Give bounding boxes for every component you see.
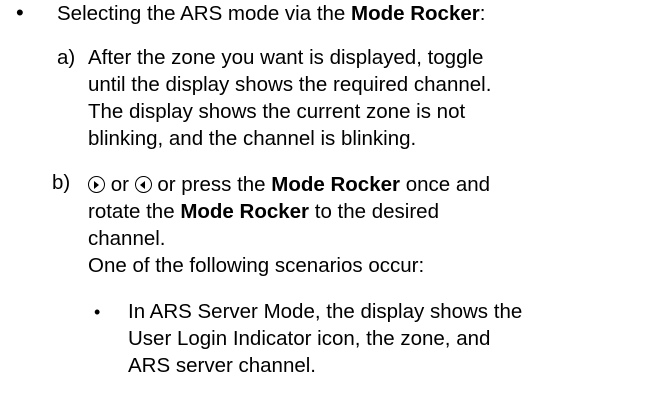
bullet-text-before: Selecting the ARS mode via the [57, 2, 352, 25]
sub-bullet-dot: • [94, 302, 101, 322]
step-a-line-3: The display shows the current zone is no… [88, 100, 466, 123]
bullet-text-after: : [479, 2, 486, 25]
step-a-line-1: After the zone you want is displayed, to… [88, 46, 484, 69]
step-b-line-1: or or press the Mode Rocker once and [88, 173, 490, 197]
step-b-line-2-bold: Mode Rocker [180, 200, 310, 223]
left-arrow-circle-icon [134, 176, 152, 193]
sub-bullet-line-3: ARS server channel. [128, 354, 317, 377]
step-b-bold-1: Mode Rocker [271, 173, 400, 196]
step-a-label: a) [57, 46, 76, 69]
step-b-line-2: rotate the Mode Rocker to the desired [88, 200, 439, 224]
step-b-line-3: channel. [88, 227, 166, 250]
step-a-line-4: blinking, and the channel is blinking. [88, 127, 417, 150]
step-b-label: b) [52, 171, 71, 194]
bullet-text-bold: Mode Rocker [351, 2, 480, 25]
step-b-text-1: or press the [151, 173, 272, 196]
sub-bullet-line-2: User Login Indicator icon, the zone, and [128, 327, 491, 350]
step-b-text-2: once and [400, 173, 491, 196]
step-a-line-2: until the display shows the required cha… [88, 73, 492, 96]
bullet-text: Selecting the ARS mode via the Mode Rock… [57, 2, 485, 26]
bullet-dot: • [16, 0, 24, 25]
sub-bullet-line-1: In ARS Server Mode, the display shows th… [128, 300, 523, 323]
right-arrow-circle-icon [88, 176, 105, 193]
step-b-line-4: One of the following scenarios occur: [88, 254, 425, 277]
step-b-or: or [105, 173, 135, 196]
step-b-line-2-text-1: rotate the [88, 200, 181, 223]
step-b-line-2-text-2: to the desired [309, 200, 439, 223]
